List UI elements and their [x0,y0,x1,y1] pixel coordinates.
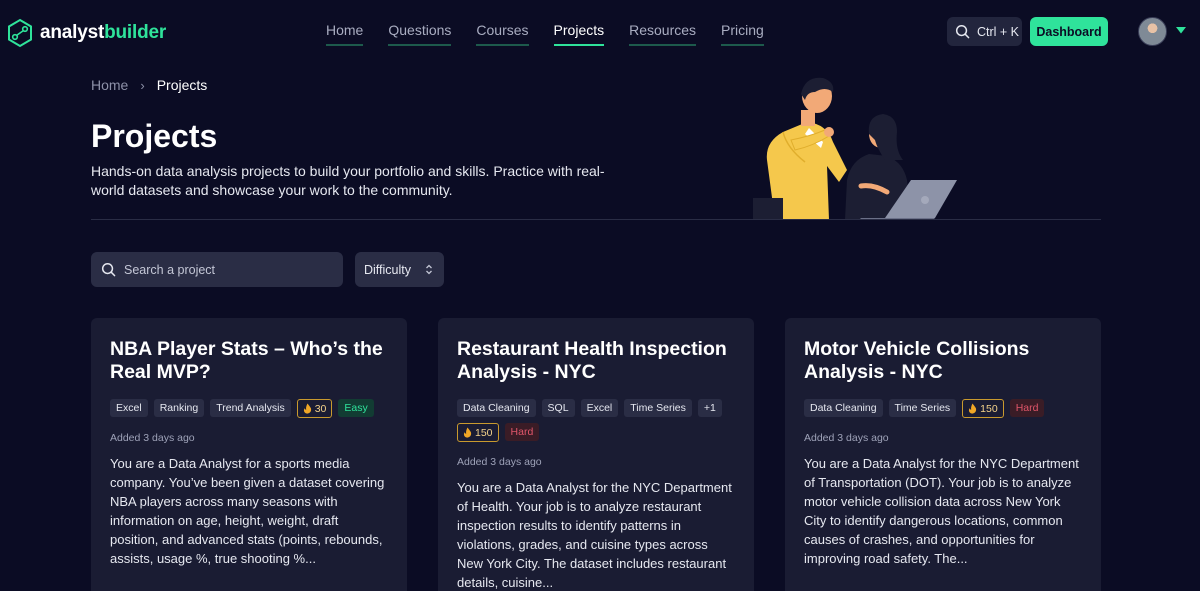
project-card-tags: Excel Ranking Trend Analysis 30 Easy [110,399,388,418]
nav-resources[interactable]: Resources [629,22,697,46]
skill-tag: Time Series [624,399,692,417]
search-icon [101,262,116,277]
xp-value: 30 [314,402,327,415]
flame-icon [969,403,977,414]
main-nav: Home Questions Courses Projects Resource… [326,22,764,46]
hero-illustration [753,77,957,220]
project-card-description: You are a Data Analyst for the NYC Depar… [804,456,1079,566]
project-card-title[interactable]: Motor Vehicle Collisions Analysis - NYC [804,338,1082,384]
more-tags-badge[interactable]: +1 [697,399,722,417]
brand-name: analystbuilder [40,22,166,44]
xp-value: 150 [980,402,998,415]
difficulty-badge: Hard [504,423,540,441]
chevron-updown-icon [426,264,432,275]
project-card[interactable]: Motor Vehicle Collisions Analysis - NYC … [785,318,1101,591]
project-card[interactable]: NBA Player Stats – Who’s the Real MVP? E… [91,318,407,591]
breadcrumb-home[interactable]: Home [91,77,128,93]
dashboard-button[interactable]: Dashboard [1030,17,1108,46]
difficulty-badge: Easy [338,399,374,417]
difficulty-select-label: Difficulty [364,262,412,277]
xp-value: 150 [475,426,493,439]
skill-tag: Trend Analysis [210,399,291,417]
skill-tag: Ranking [153,399,205,417]
difficulty-select[interactable]: Difficulty [355,252,444,287]
chevron-down-icon[interactable] [1175,26,1187,35]
page-description: Hands-on data analysis projects to build… [91,163,605,198]
project-card-title[interactable]: Restaurant Health Inspection Analysis - … [457,338,735,384]
nav-pricing[interactable]: Pricing [721,22,764,46]
user-avatar[interactable] [1138,17,1167,46]
project-card-description: You are a Data Analyst for the NYC Depar… [457,480,732,590]
project-card-tags: Data Cleaning SQL Excel Time Series +1 1… [457,399,735,442]
xp-badge: 150 [962,399,1004,418]
skill-tag: Excel [110,399,148,417]
top-navbar: analystbuilder Home Questions Courses Pr… [0,0,1200,64]
skill-tag: SQL [541,399,575,417]
projects-page: analystbuilder Home Questions Courses Pr… [0,0,1200,591]
flame-icon [463,427,472,438]
skill-tag: Data Cleaning [804,399,883,417]
brand-logo[interactable]: analystbuilder [6,18,166,48]
nav-courses[interactable]: Courses [476,22,529,46]
project-card-description: You are a Data Analyst for a sports medi… [110,456,385,566]
nav-projects[interactable]: Projects [553,22,605,46]
added-date: Added 3 days ago [457,456,542,468]
xp-badge: 150 [457,423,499,442]
search-shortcut-label: Ctrl + K [977,24,1020,39]
search-icon [955,24,970,39]
brand-name-prefix: analyst [40,22,105,43]
project-card-title[interactable]: NBA Player Stats – Who’s the Real MVP? [110,338,388,384]
project-card[interactable]: Restaurant Health Inspection Analysis - … [438,318,754,591]
breadcrumb: Home › Projects [91,77,207,93]
added-date: Added 3 days ago [110,432,195,444]
skill-tag: Excel [580,399,619,417]
project-card-tags: Data Cleaning Time Series 150 Hard [804,399,1082,418]
logo-hex-icon [8,18,32,48]
xp-badge: 30 [296,399,333,418]
page-title: Projects [91,118,218,154]
skill-tag: Time Series [888,399,957,417]
global-search-button[interactable]: Ctrl + K [947,17,1022,46]
difficulty-badge: Hard [1009,399,1045,417]
skill-tag: Data Cleaning [457,399,536,417]
flame-icon [303,403,311,414]
nav-home[interactable]: Home [326,22,364,46]
brand-name-suffix: builder [104,22,167,43]
project-search-input[interactable] [124,262,324,277]
breadcrumb-current: Projects [156,77,208,93]
added-date: Added 3 days ago [804,432,889,444]
hero-divider [91,219,1101,220]
nav-questions[interactable]: Questions [388,22,452,46]
breadcrumb-separator: › [140,77,145,93]
project-search-box[interactable] [91,252,343,287]
